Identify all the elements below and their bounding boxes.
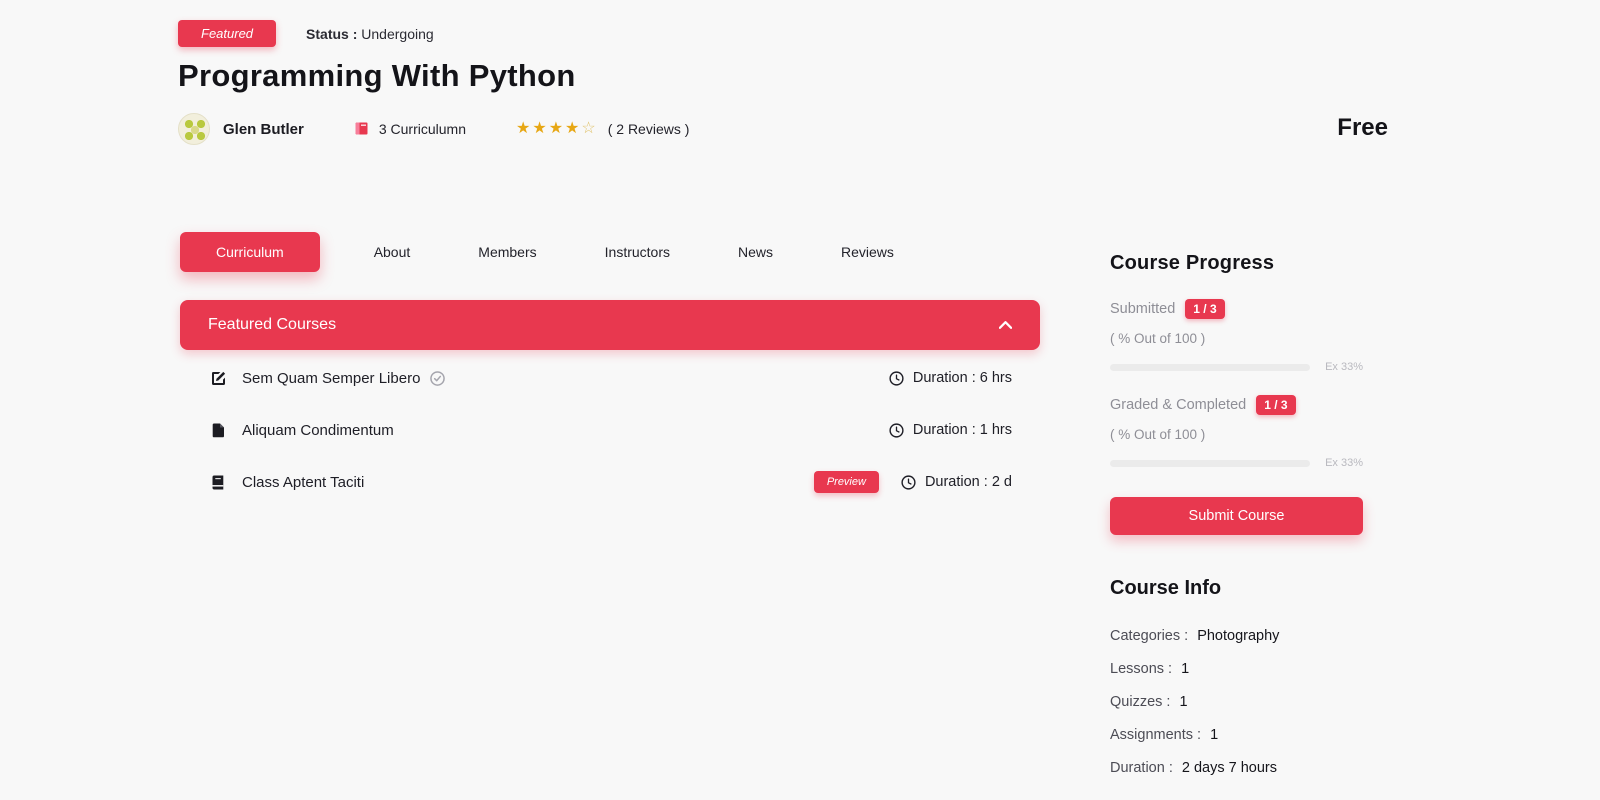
star-rating[interactable]: ★★★★☆ xyxy=(516,121,598,137)
info-value: 1 xyxy=(1181,653,1189,686)
info-row-categories: Categories : Photography xyxy=(1110,620,1363,653)
featured-badge: Featured xyxy=(178,20,276,47)
item-duration-group: Duration : 6 hrs xyxy=(889,370,1012,386)
curriculum-item-title[interactable]: Class Aptent Taciti xyxy=(242,474,364,491)
info-row-lessons: Lessons : 1 xyxy=(1110,653,1363,686)
progress-count-badge: 1 / 3 xyxy=(1256,395,1295,415)
progress-label: Graded & Completed xyxy=(1110,397,1246,413)
progress-label: Submitted xyxy=(1110,301,1175,317)
reviews-count[interactable]: ( 2 Reviews ) xyxy=(608,121,690,137)
course-sidebar: Course Progress Submitted 1 / 3 ( % Out … xyxy=(1110,252,1363,785)
info-label: Quizzes : xyxy=(1110,686,1170,719)
info-label: Lessons : xyxy=(1110,653,1172,686)
curriculum-item[interactable]: Class Aptent Taciti Preview Duration : 2… xyxy=(180,456,1040,508)
item-duration: Duration : 1 hrs xyxy=(913,422,1012,438)
tab-instructors[interactable]: Instructors xyxy=(591,232,684,272)
assignment-icon xyxy=(210,370,227,387)
info-label: Categories : xyxy=(1110,620,1188,653)
course-info-list: Categories : Photography Lessons : 1 Qui… xyxy=(1110,620,1363,785)
progress-count-badge: 1 / 3 xyxy=(1185,299,1224,319)
item-duration: Duration : 6 hrs xyxy=(913,370,1012,386)
info-value: 2 days 7 hours xyxy=(1182,752,1277,785)
item-duration-group: Duration : 1 hrs xyxy=(889,422,1012,438)
curriculum-item[interactable]: Aliquam Condimentum Duration : 1 hrs xyxy=(180,404,1040,456)
curriculum-section-header[interactable]: Featured Courses xyxy=(180,300,1040,350)
info-value: 1 xyxy=(1210,719,1218,752)
curriculum-item[interactable]: Sem Quam Semper Libero Duration : 6 hrs xyxy=(180,352,1040,404)
progress-percent-label: Ex 33% xyxy=(1325,361,1363,373)
info-value: Photography xyxy=(1197,620,1279,653)
progress-section-submitted: Submitted 1 / 3 ( % Out of 100 ) Ex 33% xyxy=(1110,299,1363,373)
author-avatar[interactable] xyxy=(178,113,210,145)
info-label: Assignments : xyxy=(1110,719,1201,752)
progress-percent-label: Ex 33% xyxy=(1325,457,1363,469)
star-empty-icon: ☆ xyxy=(581,120,597,137)
header-badge-row: Featured Status : Undergoing xyxy=(178,20,434,47)
tab-curriculum[interactable]: Curriculum xyxy=(180,232,320,272)
info-row-duration: Duration : 2 days 7 hours xyxy=(1110,752,1363,785)
progress-bar xyxy=(1110,460,1310,467)
curriculum-count-group: 3 Curriculumn xyxy=(354,121,466,137)
author-name[interactable]: Glen Butler xyxy=(223,121,304,138)
status-label: Status : xyxy=(306,26,357,42)
chevron-up-icon[interactable] xyxy=(999,321,1012,329)
item-duration: Duration : 2 d xyxy=(925,474,1012,490)
course-page: Featured Status : Undergoing Programming… xyxy=(0,0,1600,800)
status-value: Undergoing xyxy=(361,26,433,42)
info-label: Duration : xyxy=(1110,752,1173,785)
submit-course-button[interactable]: Submit Course xyxy=(1110,497,1363,535)
quiz-icon xyxy=(210,474,227,491)
curriculum-section-title: Featured Courses xyxy=(208,316,336,334)
clock-icon xyxy=(889,371,904,386)
star-filled-icons: ★★★★ xyxy=(516,120,581,137)
info-value: 1 xyxy=(1179,686,1187,719)
tab-news[interactable]: News xyxy=(724,232,787,272)
item-duration-group: Preview Duration : 2 d xyxy=(814,471,1012,493)
course-price: Free xyxy=(1337,114,1388,142)
progress-bar xyxy=(1110,364,1310,371)
page-title: Programming With Python xyxy=(178,58,576,94)
course-info-heading: Course Info xyxy=(1110,577,1363,600)
curriculum-count: 3 Curriculumn xyxy=(379,121,466,137)
tab-reviews[interactable]: Reviews xyxy=(827,232,908,272)
lesson-icon xyxy=(210,422,227,439)
curriculum-item-list: Sem Quam Semper Libero Duration : 6 hrs xyxy=(180,352,1040,508)
preview-badge[interactable]: Preview xyxy=(814,471,879,493)
course-status: Status : Undergoing xyxy=(306,26,434,42)
curriculum-item-title[interactable]: Aliquam Condimentum xyxy=(242,422,394,439)
clock-icon xyxy=(901,475,916,490)
tab-about[interactable]: About xyxy=(360,232,425,272)
course-progress-heading: Course Progress xyxy=(1110,252,1363,275)
course-meta-row: Glen Butler 3 Curriculumn ★★★★☆ ( 2 Revi… xyxy=(178,112,689,146)
course-tabs: Curriculum About Members Instructors New… xyxy=(180,232,908,272)
progress-section-graded: Graded & Completed 1 / 3 ( % Out of 100 … xyxy=(1110,395,1363,469)
tab-members[interactable]: Members xyxy=(464,232,550,272)
clock-icon xyxy=(889,423,904,438)
completed-check-icon xyxy=(430,371,445,386)
curriculum-item-title[interactable]: Sem Quam Semper Libero xyxy=(242,370,420,387)
progress-subtext: ( % Out of 100 ) xyxy=(1110,427,1363,442)
rating-group: ★★★★☆ ( 2 Reviews ) xyxy=(516,121,689,137)
progress-subtext: ( % Out of 100 ) xyxy=(1110,331,1363,346)
info-row-assignments: Assignments : 1 xyxy=(1110,719,1363,752)
info-row-quizzes: Quizzes : 1 xyxy=(1110,686,1363,719)
book-icon xyxy=(354,121,370,137)
